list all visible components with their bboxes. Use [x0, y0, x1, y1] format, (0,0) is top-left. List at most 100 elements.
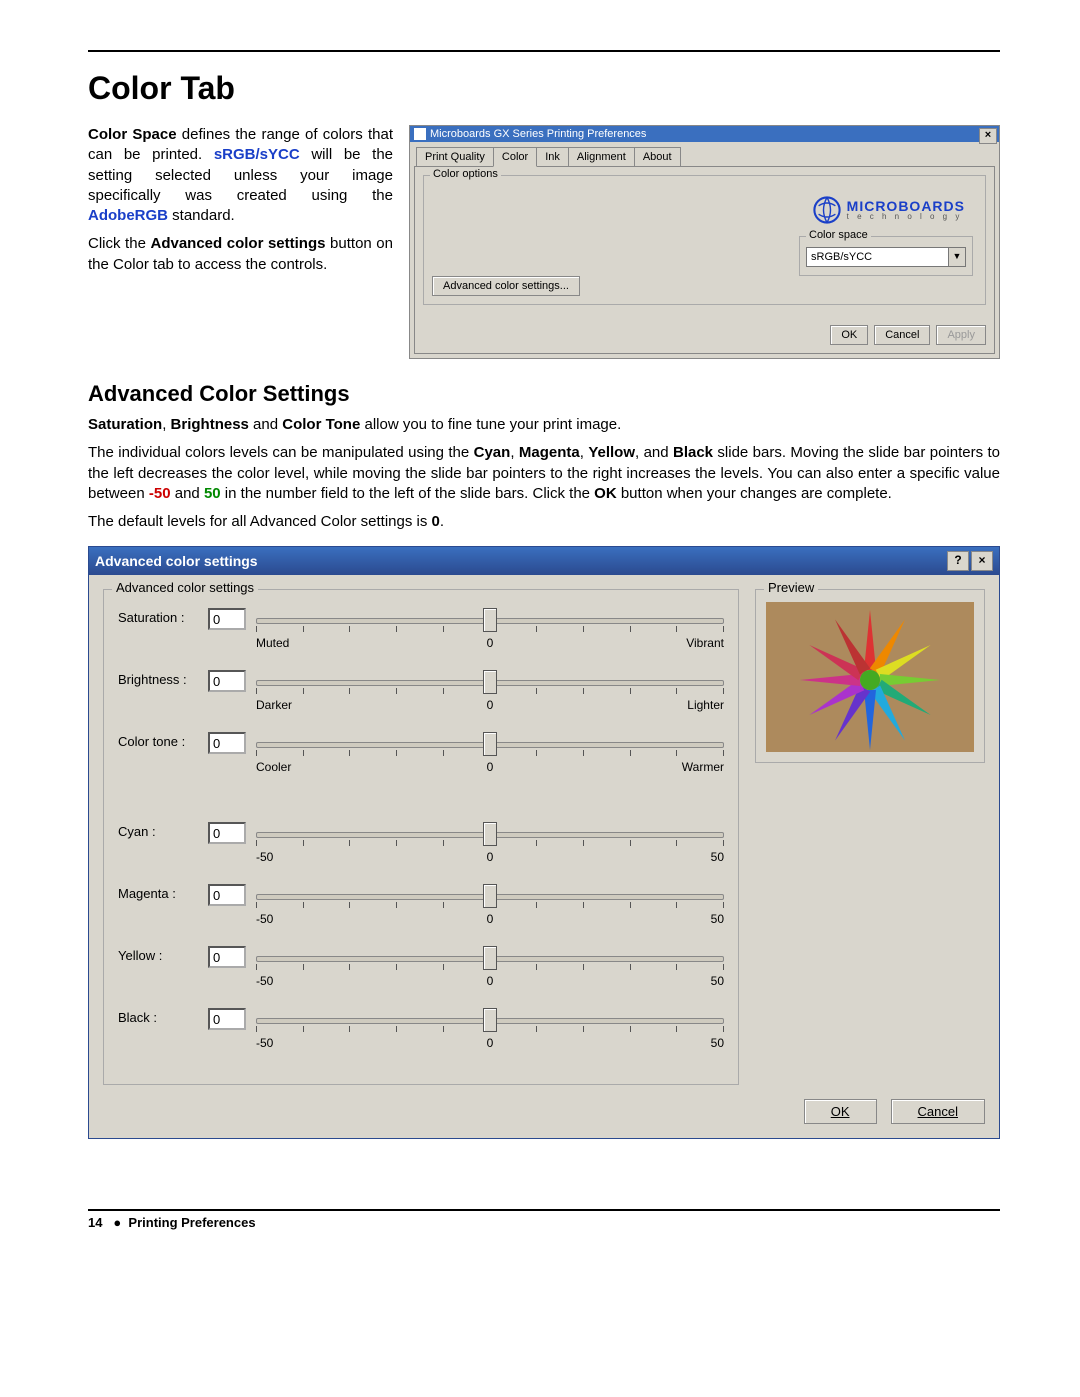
advanced-color-settings-button[interactable]: Advanced color settings... — [432, 276, 580, 296]
chevron-down-icon: ▼ — [948, 248, 965, 266]
adv-window-title: Advanced color settings — [95, 553, 258, 569]
logo-subtext: t e c h n o l o g y — [847, 213, 965, 221]
slider-label: Cyan : — [118, 822, 208, 839]
scale-left: Darker — [256, 698, 292, 712]
tab-ink[interactable]: Ink — [536, 147, 569, 167]
scale-right: Warmer — [682, 760, 724, 774]
logo-text: MICROBOARDS — [847, 199, 965, 213]
preview-label: Preview — [764, 580, 818, 595]
scale-mid: 0 — [487, 850, 494, 864]
scale-right: Vibrant — [686, 636, 724, 650]
scale-mid: 0 — [487, 974, 494, 988]
tab-about[interactable]: About — [634, 147, 681, 167]
window-title: Microboards GX Series Printing Preferenc… — [430, 128, 646, 140]
tab-print-quality[interactable]: Print Quality — [416, 147, 494, 167]
body-p3: The default levels for all Advanced Colo… — [88, 512, 1000, 532]
scale-right: 50 — [711, 850, 724, 864]
slider-thumb[interactable] — [483, 732, 497, 756]
scale-mid: 0 — [487, 1036, 494, 1050]
scale-left: -50 — [256, 1036, 273, 1050]
scale-left: -50 — [256, 912, 273, 926]
tab-alignment[interactable]: Alignment — [568, 147, 635, 167]
label-adv-settings: Advanced color settings — [150, 235, 325, 252]
page-number: 14 — [88, 1215, 102, 1230]
slider-label: Saturation : — [118, 608, 208, 625]
scale-right: 50 — [711, 974, 724, 988]
slider-value-input[interactable] — [208, 1008, 246, 1030]
slider-row-color-3: Black :-50050 — [118, 1008, 724, 1070]
preview-group: Preview — [755, 589, 985, 763]
scale-mid: 0 — [487, 698, 494, 712]
slider-row-color-1: Magenta :-50050 — [118, 884, 724, 946]
color-space-value: sRGB/sYCC — [807, 251, 948, 263]
scale-left: Muted — [256, 636, 289, 650]
scale-mid: 0 — [487, 912, 494, 926]
slider-track[interactable]: -50050 — [256, 822, 724, 866]
label-color-space: Color Space — [88, 126, 177, 143]
slider-track[interactable]: -50 0 50 — [256, 884, 724, 928]
intro-p2: Click the Advanced color settings button… — [88, 234, 393, 275]
tab-color[interactable]: Color — [493, 147, 537, 167]
slider-track[interactable]: Cooler0Warmer — [256, 732, 724, 776]
slider-row-color-2: Yellow :-50050 — [118, 946, 724, 1008]
adv-ok-button[interactable]: OK — [804, 1099, 877, 1124]
page-footer: 14 ● Printing Preferences — [88, 1209, 1000, 1230]
slider-track[interactable]: Muted 0 Vibrant — [256, 608, 724, 652]
subheading-advanced: Advanced Color Settings — [88, 381, 1000, 407]
slider-thumb[interactable] — [483, 884, 497, 908]
label-srgb: sRGB/sYCC — [214, 146, 300, 163]
close-button[interactable]: × — [979, 128, 997, 144]
slider-thumb[interactable] — [483, 670, 497, 694]
intro-p1: Color Space defines the range of colors … — [88, 125, 393, 226]
slider-label: Black : — [118, 1008, 208, 1025]
slider-value-input[interactable] — [208, 884, 246, 906]
tab-strip: Print Quality Color Ink Alignment About — [410, 142, 999, 166]
slider-value-input[interactable] — [208, 608, 246, 630]
advanced-color-settings-window: Advanced color settings ? × Advanced col… — [88, 546, 1000, 1139]
help-button[interactable]: ? — [947, 551, 969, 571]
slider-track[interactable]: -50050 — [256, 946, 724, 990]
slider-row-color-0: Cyan :-50050 — [118, 822, 724, 884]
globe-icon — [813, 196, 841, 224]
apply-button[interactable]: Apply — [936, 325, 986, 345]
scale-left: Cooler — [256, 760, 291, 774]
adv-cancel-button[interactable]: Cancel — [891, 1099, 985, 1124]
window-titlebar: Microboards GX Series Printing Preferenc… — [410, 126, 999, 142]
group-color-options: Color options — [430, 168, 501, 180]
cancel-button[interactable]: Cancel — [874, 325, 930, 345]
scale-right: Lighter — [687, 698, 724, 712]
close-button[interactable]: × — [971, 551, 993, 571]
slider-thumb[interactable] — [483, 608, 497, 632]
preview-image — [766, 602, 974, 752]
body-p1: Saturation, Brightness and Color Tone al… — [88, 415, 1000, 435]
slider-value-input[interactable] — [208, 670, 246, 692]
label-adobergb: AdobeRGB — [88, 207, 168, 224]
app-icon — [414, 128, 426, 140]
slider-value-input[interactable] — [208, 946, 246, 968]
ok-button[interactable]: OK — [830, 325, 868, 345]
slider-label: Yellow : — [118, 946, 208, 963]
slider-row-tone-1: Brightness : Darker 0 Lighter — [118, 670, 724, 732]
footer-section: Printing Preferences — [128, 1215, 255, 1230]
slider-track[interactable]: Darker 0 Lighter — [256, 670, 724, 714]
slider-label: Color tone : — [118, 732, 208, 749]
slider-track[interactable]: -50050 — [256, 1008, 724, 1052]
microboards-logo: MICROBOARDS t e c h n o l o g y — [813, 196, 965, 224]
adv-group-label: Advanced color settings — [112, 580, 258, 595]
adv-titlebar: Advanced color settings ? × — [89, 547, 999, 575]
slider-row-tone-0: Saturation : Muted 0 Vibrant — [118, 608, 724, 670]
page-heading: Color Tab — [88, 70, 1000, 107]
printing-preferences-window: Microboards GX Series Printing Preferenc… — [409, 125, 1000, 359]
slider-thumb[interactable] — [483, 1008, 497, 1032]
body-p2: The individual colors levels can be mani… — [88, 443, 1000, 504]
color-space-select[interactable]: sRGB/sYCC ▼ — [806, 247, 966, 267]
slider-thumb[interactable] — [483, 946, 497, 970]
scale-mid: 0 — [487, 636, 494, 650]
label-color-space-group: Color space — [806, 229, 871, 241]
slider-label: Brightness : — [118, 670, 208, 687]
scale-right: 50 — [711, 912, 724, 926]
slider-row-tone-2: Color tone : Cooler0Warmer — [118, 732, 724, 794]
slider-value-input[interactable] — [208, 822, 246, 844]
slider-value-input[interactable] — [208, 732, 246, 754]
slider-thumb[interactable] — [483, 822, 497, 846]
